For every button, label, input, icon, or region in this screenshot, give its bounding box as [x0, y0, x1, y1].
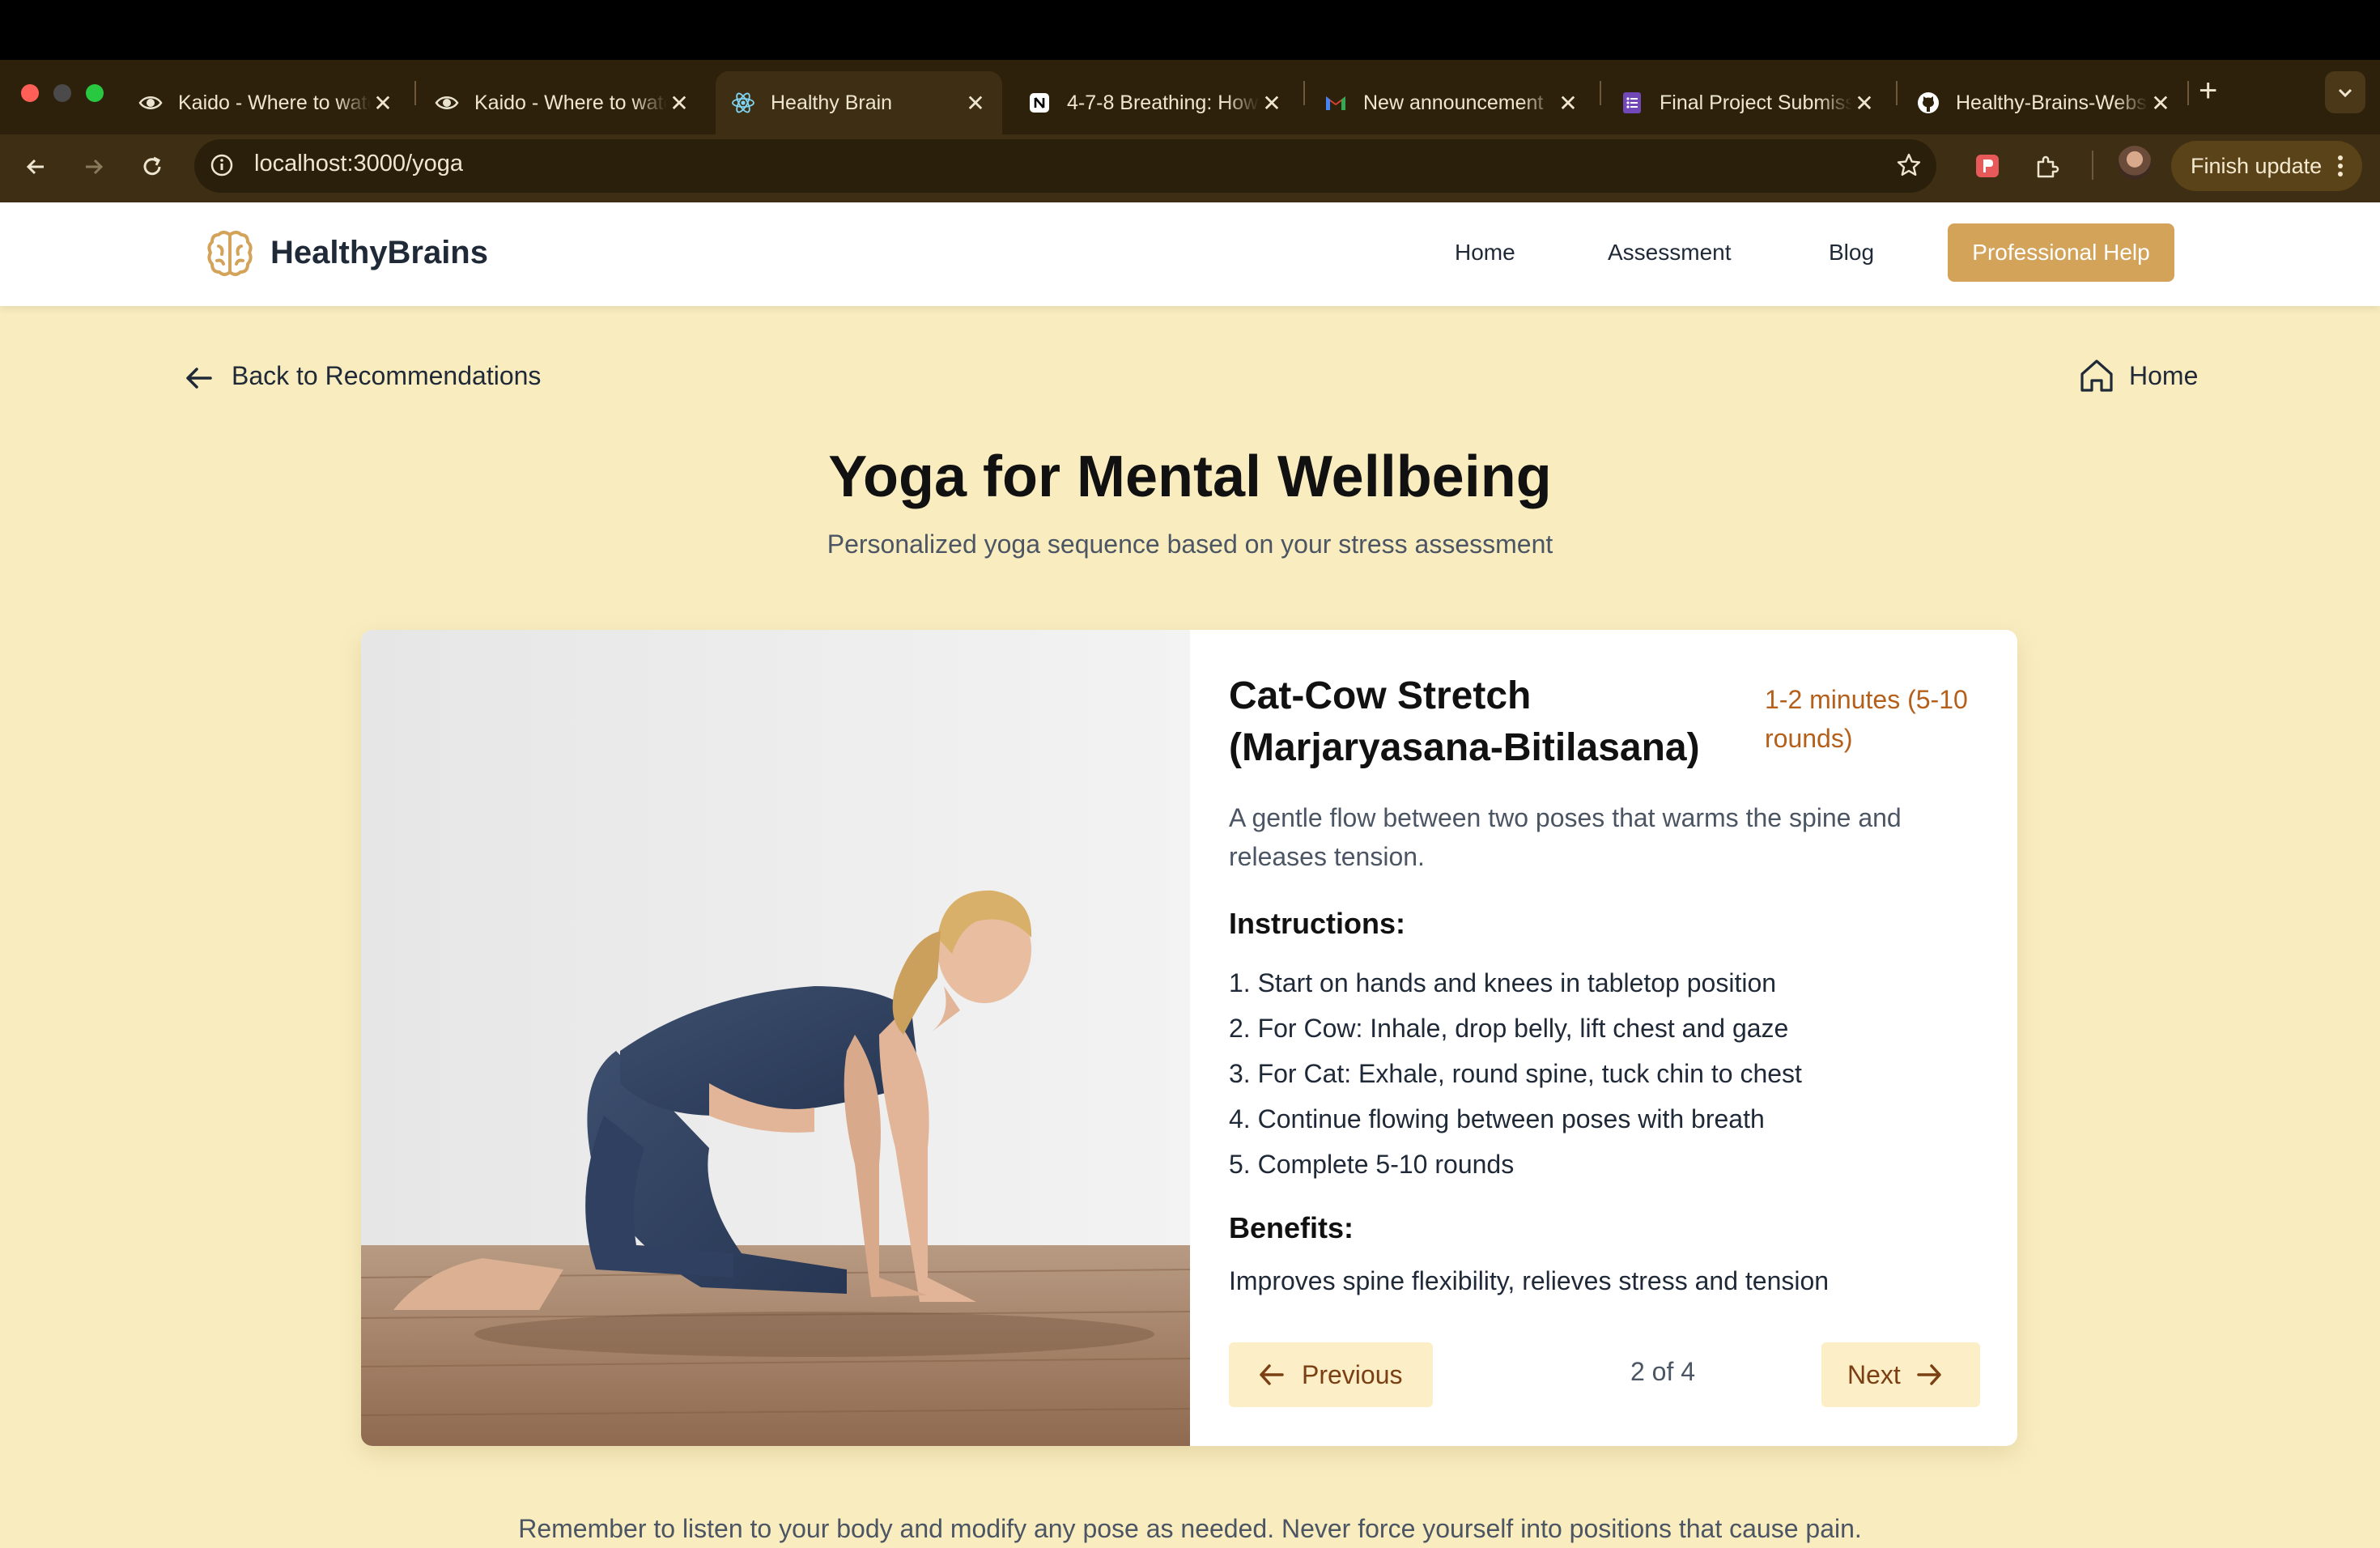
instructions-list: 1. Start on hands and knees in tabletop …	[1229, 960, 1802, 1187]
instruction-step: 5. Complete 5-10 rounds	[1229, 1150, 1515, 1179]
home-link[interactable]	[2077, 356, 2116, 399]
window-zoom-button[interactable]	[86, 84, 104, 102]
tab-title: Healthy-Brains-Website	[1956, 91, 2148, 114]
tab-divider	[2187, 81, 2189, 105]
instructions-heading: Instructions:	[1229, 907, 1406, 940]
back-button[interactable]	[18, 149, 53, 185]
back-to-recommendations-link[interactable]	[181, 358, 215, 398]
pose-photo	[361, 630, 1190, 1446]
nav-home[interactable]: Home	[1455, 240, 1515, 266]
pose-pager: 2 of 4	[1630, 1357, 1696, 1386]
reload-button[interactable]	[134, 149, 170, 185]
tab-close-icon[interactable]: ✕	[1556, 90, 1580, 117]
arrow-left-icon	[1260, 1364, 1284, 1385]
instruction-step: 1. Start on hands and knees in tabletop …	[1229, 968, 1777, 997]
react-icon	[730, 90, 756, 116]
tab-title: New announcement	[1363, 91, 1544, 114]
brand-name[interactable]: HealthyBrains	[270, 235, 488, 271]
browser-tab[interactable]: New announcement ✕	[1308, 71, 1595, 134]
next-label: Next	[1847, 1359, 1901, 1389]
kaido-icon	[138, 90, 164, 116]
arrow-right-icon	[86, 159, 104, 175]
window-minimize-button[interactable]	[53, 84, 71, 102]
forward-button[interactable]	[76, 149, 112, 185]
tab-search-button[interactable]	[2325, 71, 2365, 113]
pose-description: A gentle flow between two poses that war…	[1229, 803, 1902, 871]
benefits-heading: Benefits:	[1229, 1211, 1354, 1244]
previous-button[interactable]: Previous	[1229, 1342, 1433, 1407]
next-button[interactable]: Next	[1821, 1342, 1980, 1407]
tab-divider	[1600, 81, 1601, 105]
back-link-label[interactable]: Back to Recommendations	[232, 361, 541, 391]
tab-title: Healthy Brain	[771, 91, 893, 114]
browser-tab[interactable]: 4-7-8 Breathing: How It Works ✕	[1012, 71, 1298, 134]
tab-title: 4-7-8 Breathing: How It Works	[1067, 91, 1260, 114]
instruction-step: 2. For Cow: Inhale, drop belly, lift che…	[1229, 1014, 1789, 1043]
url-text[interactable]: localhost:3000/yoga	[254, 151, 463, 177]
arrow-left-icon	[186, 368, 212, 389]
more-vert-icon	[2338, 155, 2344, 176]
tab-close-icon[interactable]: ✕	[2148, 90, 2173, 117]
instruction-step: 3. For Cat: Exhale, round spine, tuck ch…	[1229, 1059, 1802, 1088]
forms-icon	[1619, 90, 1645, 116]
github-icon	[1915, 90, 1941, 116]
page-title: Yoga for Mental Wellbeing	[828, 444, 1552, 509]
new-tab-button[interactable]: +	[2199, 74, 2217, 107]
professional-help-button[interactable]: Professional Help	[1948, 223, 2174, 282]
tab-divider	[1896, 81, 1898, 105]
pose-duration: 1-2 minutes (5-10 rounds)	[1765, 685, 1968, 753]
notion-icon	[1026, 90, 1052, 116]
arrow-left-icon	[26, 159, 44, 175]
extensions-puzzle-icon[interactable]	[2030, 149, 2064, 183]
site-info-icon[interactable]	[206, 149, 238, 181]
gmail-icon	[1323, 90, 1349, 116]
brain-logo-icon[interactable]	[206, 228, 254, 279]
chevron-down-icon	[2338, 88, 2352, 98]
tab-title: Kaido - Where to watch anime	[178, 91, 371, 114]
tab-divider	[1303, 81, 1305, 105]
home-link-label[interactable]: Home	[2129, 361, 2198, 391]
page-subtitle: Personalized yoga sequence based on your…	[827, 529, 1553, 559]
browser-tab[interactable]: Final Project Submission ✕	[1604, 71, 1891, 134]
instruction-step: 4. Continue flowing between poses with b…	[1229, 1104, 1765, 1133]
finish-update-label: Finish update	[2191, 153, 2323, 178]
toolbar-divider	[2092, 151, 2093, 180]
browser-tab[interactable]: Healthy-Brains-Website ✕	[1901, 71, 2187, 134]
bookmark-star-icon[interactable]	[1891, 147, 1927, 183]
pose-card: Cat-Cow Stretch (Marjaryasana-Bitilasana…	[361, 630, 2017, 1446]
reload-icon	[143, 156, 161, 176]
window-close-button[interactable]	[21, 84, 39, 102]
arrow-right-icon	[1917, 1364, 1941, 1385]
macos-menu-bar	[0, 0, 2380, 60]
tab-close-icon[interactable]: ✕	[667, 90, 691, 117]
browser-tab-active[interactable]: Healthy Brain ✕	[716, 71, 1002, 134]
nav-assessment[interactable]: Assessment	[1608, 240, 1732, 266]
profile-avatar[interactable]	[2118, 146, 2152, 180]
extension-icon[interactable]	[1970, 149, 2004, 183]
tab-title: Final Project Submission	[1660, 91, 1852, 114]
tab-close-icon[interactable]: ✕	[1260, 90, 1284, 117]
tab-close-icon[interactable]: ✕	[371, 90, 395, 117]
home-icon	[2080, 359, 2113, 392]
nav-blog[interactable]: Blog	[1829, 240, 1874, 266]
tab-divider	[414, 81, 416, 105]
tab-close-icon[interactable]: ✕	[963, 90, 988, 117]
tab-close-icon[interactable]: ✕	[1852, 90, 1876, 117]
browser-tab[interactable]: Kaido - Where to watch anime ✕	[419, 71, 706, 134]
browser-tab[interactable]: Kaido - Where to watch anime ✕	[123, 71, 410, 134]
finish-update-button[interactable]: Finish update	[2171, 141, 2362, 191]
pose-name: Cat-Cow Stretch (Marjaryasana-Bitilasana…	[1229, 674, 1700, 769]
tab-title: Kaido - Where to watch anime	[474, 91, 667, 114]
kaido-icon	[434, 90, 460, 116]
benefits-text: Improves spine flexibility, relieves str…	[1229, 1266, 1830, 1295]
previous-label: Previous	[1302, 1359, 1403, 1389]
safety-note: Remember to listen to your body and modi…	[518, 1514, 1862, 1543]
